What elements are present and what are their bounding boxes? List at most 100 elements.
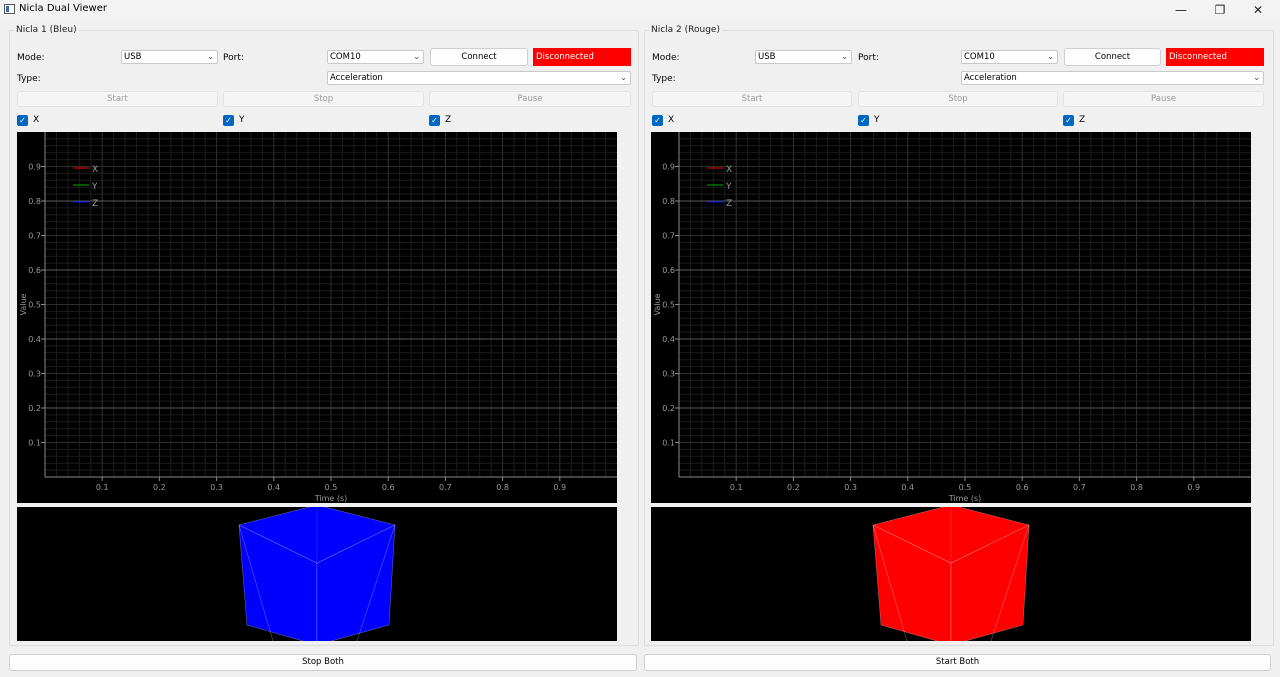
y-tick-label: 0.2 [28, 404, 41, 413]
x-tick-label: 0.3 [210, 483, 223, 492]
title-bar: Nicla Dual Viewer — ❐ ✕ [0, 0, 1280, 20]
x-tick-label: 0.5 [959, 483, 972, 492]
x-tick-label: 0.4 [267, 483, 280, 492]
close-icon[interactable]: ✕ [1240, 0, 1276, 20]
line-chart: 0.1 0.2 0.3 0.4 0.5 0.6 0.7 0.8 0.9 0.1 0.2 0.3 0.4 0… [653, 132, 1251, 503]
chevron-down-icon: ⌄ [413, 52, 420, 61]
cube-view[interactable] [17, 507, 617, 641]
y-tick-label: 0.3 [28, 370, 41, 379]
type-value: Acceleration [330, 73, 383, 83]
checkmark-icon: ✓ [652, 115, 663, 126]
window-title: Nicla Dual Viewer [19, 3, 107, 14]
y-tick-label: 0.6 [28, 266, 41, 275]
port-select[interactable]: COM10 ⌄ [327, 50, 424, 64]
legend-label: Y [725, 182, 732, 192]
port-label: Port: [223, 53, 244, 63]
x-tick-label: 0.8 [496, 483, 509, 492]
x-axis-label: Time (s) [948, 494, 982, 503]
mode-label: Mode: [17, 53, 45, 63]
stop-button[interactable]: Stop [223, 91, 424, 107]
legend-label: X [726, 165, 732, 175]
x-tick-label: 0.5 [325, 483, 338, 492]
x-axis-label: Time (s) [314, 494, 348, 503]
x-tick-label: 0.4 [901, 483, 914, 492]
type-value: Acceleration [964, 73, 1017, 83]
mode-select[interactable]: USB ⌄ [121, 50, 218, 64]
panel-title: Nicla 2 (Rouge) [649, 25, 722, 35]
stop-both-button[interactable]: Stop Both [9, 654, 637, 671]
port-value: COM10 [964, 52, 995, 62]
plot-area[interactable]: 0.1 0.2 0.3 0.4 0.5 0.6 0.7 0.8 0.9 0.1 0.2 0.3 0.4 0… [651, 132, 1251, 503]
checkmark-icon: ✓ [858, 115, 869, 126]
y-tick-label: 0.1 [28, 439, 41, 448]
chevron-down-icon: ⌄ [207, 52, 214, 61]
cube-3d [238, 507, 396, 641]
type-select[interactable]: Acceleration ⌄ [327, 71, 631, 85]
chevron-down-icon: ⌄ [1253, 73, 1260, 82]
checkmark-icon: ✓ [429, 115, 440, 126]
x-tick-label: 0.1 [96, 483, 109, 492]
legend-label: Z [92, 199, 98, 209]
stop-button[interactable]: Stop [858, 91, 1058, 107]
x-tick-label: 0.6 [382, 483, 395, 492]
panel-nicla-1: Nicla 1 (Bleu) Mode: USB ⌄ Port: COM10 ⌄… [9, 25, 639, 646]
pause-button[interactable]: Pause [429, 91, 631, 107]
y-tick-label: 0.7 [28, 232, 41, 241]
y-tick-label: 0.1 [662, 439, 675, 448]
type-label: Type: [652, 74, 676, 84]
legend-label: X [92, 165, 98, 175]
status-badge: Disconnected [533, 48, 631, 66]
port-label: Port: [858, 53, 879, 63]
x-tick-label: 0.3 [844, 483, 857, 492]
pause-button[interactable]: Pause [1063, 91, 1264, 107]
y-tick-label: 0.3 [662, 370, 675, 379]
mode-label: Mode: [652, 53, 680, 63]
chevron-down-icon: ⌄ [1047, 52, 1054, 61]
y-tick-label: 0.7 [662, 232, 675, 241]
legend-label: Z [726, 199, 732, 209]
line-chart: 0.1 0.2 0.3 0.4 0.5 0.6 0.7 0.8 0.9 0.1 0.2 0.3 0.4 0… [19, 132, 617, 503]
x-tick-label: 0.9 [553, 483, 566, 492]
x-tick-label: 0.1 [730, 483, 743, 492]
y-tick-label: 0.2 [662, 404, 675, 413]
mode-value: USB [124, 52, 142, 62]
y-tick-label: 0.9 [28, 163, 41, 172]
connect-button[interactable]: Connect [1064, 48, 1161, 66]
port-value: COM10 [330, 52, 361, 62]
type-select[interactable]: Acceleration ⌄ [961, 71, 1264, 85]
minimize-icon[interactable]: — [1163, 0, 1199, 20]
mode-select[interactable]: USB ⌄ [755, 50, 852, 64]
app-icon [4, 4, 15, 14]
status-badge: Disconnected [1166, 48, 1264, 66]
maximize-icon[interactable]: ❐ [1202, 0, 1238, 20]
start-button[interactable]: Start [17, 91, 218, 107]
y-tick-label: 0.4 [28, 335, 41, 344]
x-tick-label: 0.2 [787, 483, 800, 492]
chevron-down-icon: ⌄ [841, 52, 848, 61]
chevron-down-icon: ⌄ [620, 73, 627, 82]
y-tick-label: 0.4 [662, 335, 675, 344]
connect-button[interactable]: Connect [430, 48, 528, 66]
y-tick-label: 0.5 [662, 301, 675, 310]
y-tick-label: 0.8 [28, 197, 41, 206]
x-tick-label: 0.8 [1130, 483, 1143, 492]
x-tick-label: 0.6 [1016, 483, 1029, 492]
y-tick-label: 0.6 [662, 266, 675, 275]
plot-area[interactable]: 0.1 0.2 0.3 0.4 0.5 0.6 0.7 0.8 0.9 0.1 0.2 0.3 0.4 0… [17, 132, 617, 503]
y-tick-label: 0.5 [28, 301, 41, 310]
y-axis-label: Value [19, 293, 28, 315]
cube-view[interactable] [651, 507, 1251, 641]
x-tick-label: 0.7 [1073, 483, 1086, 492]
checkmark-icon: ✓ [17, 115, 28, 126]
mode-value: USB [758, 52, 776, 62]
x-tick-label: 0.7 [439, 483, 452, 492]
y-tick-label: 0.9 [662, 163, 675, 172]
checkmark-icon: ✓ [1063, 115, 1074, 126]
port-select[interactable]: COM10 ⌄ [961, 50, 1058, 64]
y-tick-label: 0.8 [662, 197, 675, 206]
start-button[interactable]: Start [652, 91, 852, 107]
panel-title: Nicla 1 (Bleu) [14, 25, 79, 35]
start-both-button[interactable]: Start Both [644, 654, 1271, 671]
checkmark-icon: ✓ [223, 115, 234, 126]
x-tick-label: 0.9 [1187, 483, 1200, 492]
